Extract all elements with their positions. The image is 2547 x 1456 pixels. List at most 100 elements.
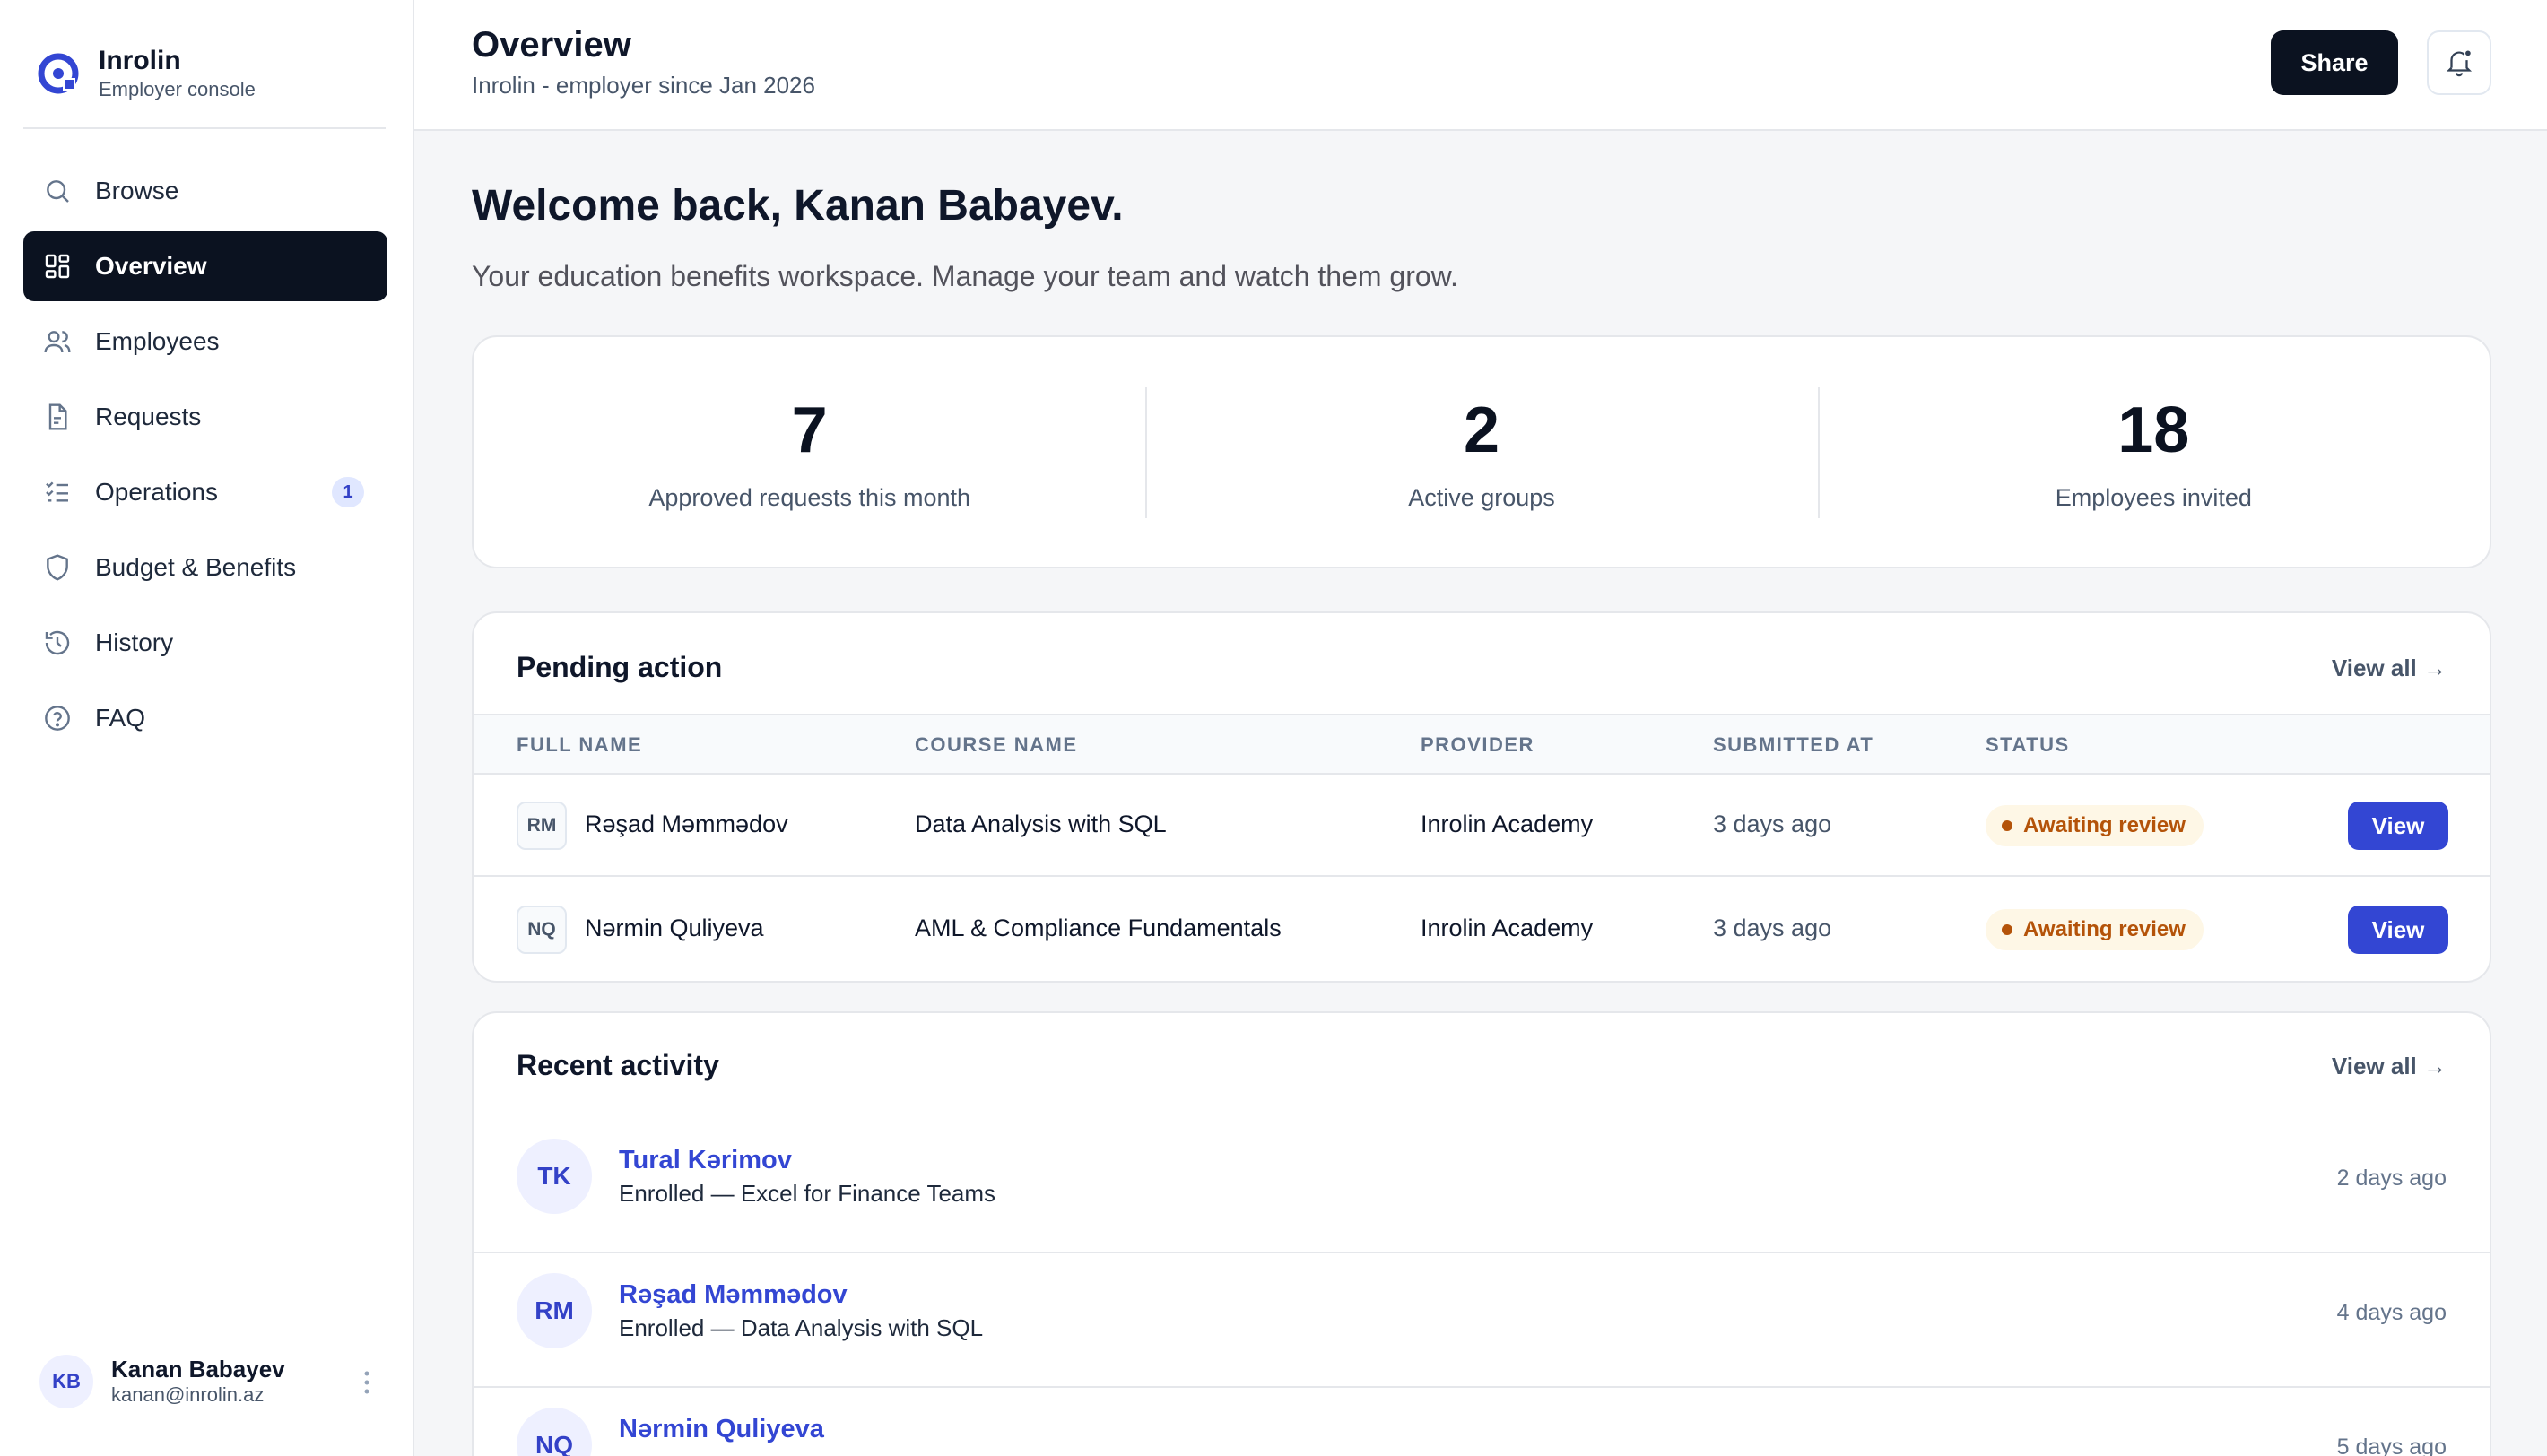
status-badge: Awaiting review xyxy=(1986,805,2204,846)
sidebar-nav: Browse Overview Employees Requests Opera… xyxy=(23,156,387,758)
activity-description: Enrolled — Data Analysis with SQL xyxy=(619,1314,984,1341)
view-request-button[interactable]: View xyxy=(2348,906,2448,954)
stat-active-groups: 2 Active groups xyxy=(1145,337,1817,567)
operations-count-badge: 1 xyxy=(332,477,364,507)
stats-card: 7 Approved requests this month 2 Active … xyxy=(472,335,2491,568)
sidebar-item-label: Requests xyxy=(95,403,202,430)
avatar: NQ xyxy=(517,1408,592,1456)
brand-name: Inrolin xyxy=(99,46,181,75)
status-dot-icon xyxy=(2002,924,2012,935)
row-course-name: Data Analysis with SQL xyxy=(915,810,1167,837)
activity-employee-name[interactable]: Nərmin Quliyeva xyxy=(619,1415,824,1444)
bell-icon xyxy=(2446,50,2473,77)
activity-description: Enrolled — Excel for Finance Teams xyxy=(619,1180,996,1207)
recent-activity-card: Recent activity View all → TK Tural Kəri… xyxy=(472,1011,2491,1456)
row-full-name: Rəşad Məmmədov xyxy=(585,810,788,837)
row-provider: Inrolin Academy xyxy=(1421,914,1594,941)
more-vertical-icon[interactable] xyxy=(353,1365,380,1400)
column-header-provider[interactable]: PROVIDER xyxy=(1421,733,1534,757)
stat-value: 7 xyxy=(791,394,828,466)
sidebar-item-label: Browse xyxy=(95,177,179,204)
user-name: Kanan Babayev xyxy=(111,1356,285,1382)
activity-employee-name[interactable]: Tural Kərimov xyxy=(619,1146,792,1175)
sidebar-item-label: Operations xyxy=(95,478,218,506)
sidebar: Inrolin Employer console Browse Overview… xyxy=(0,0,414,1456)
row-initials: NQ xyxy=(517,906,567,954)
stat-approved-requests: 7 Approved requests this month xyxy=(474,337,1145,567)
status-badge: Awaiting review xyxy=(1986,909,2204,950)
stat-employees-invited: 18 Employees invited xyxy=(1817,337,2490,567)
search-icon xyxy=(43,177,72,205)
status-dot-icon xyxy=(2002,820,2012,831)
grid-icon xyxy=(43,252,72,281)
list-item[interactable]: TK Tural Kərimov Enrolled — Excel for Fi… xyxy=(474,1119,2490,1253)
list-item[interactable]: NQ Nərmin Quliyeva 5 days ago xyxy=(474,1388,2490,1456)
stat-value: 18 xyxy=(2117,394,2190,466)
sidebar-item-label: Overview xyxy=(95,252,207,280)
table-row: RM Rəşad Məmmədov Data Analysis with SQL… xyxy=(474,775,2490,877)
stat-value: 2 xyxy=(1463,394,1500,466)
list-item[interactable]: RM Rəşad Məmmədov Enrolled — Data Analys… xyxy=(474,1253,2490,1388)
help-circle-icon xyxy=(43,704,72,732)
top-header: Overview Inrolin - employer since Jan 20… xyxy=(414,0,2547,131)
sidebar-item-requests[interactable]: Requests xyxy=(23,382,387,452)
activity-time: 2 days ago xyxy=(2336,1166,2447,1191)
brand-text: Inrolin Employer console xyxy=(99,45,256,102)
pending-action-card: Pending action View all → FULL NAME COUR… xyxy=(472,611,2491,983)
avatar: TK xyxy=(517,1139,592,1214)
recent-view-all-link[interactable]: View all → xyxy=(2332,1053,2447,1080)
column-header-full-name[interactable]: FULL NAME xyxy=(517,733,642,757)
brand[interactable]: Inrolin Employer console xyxy=(23,20,386,129)
sidebar-item-label: History xyxy=(95,628,174,656)
user-email: kanan@inrolin.az xyxy=(111,1383,265,1406)
notifications-button[interactable] xyxy=(2427,30,2491,95)
activity-employee-name[interactable]: Rəşad Məmmədov xyxy=(619,1280,848,1310)
shield-icon xyxy=(43,553,72,582)
page-subtitle: Inrolin - employer since Jan 2026 xyxy=(472,72,815,99)
status-label: Awaiting review xyxy=(2023,917,2186,941)
pending-action-title: Pending action xyxy=(517,651,723,683)
sidebar-item-history[interactable]: History xyxy=(23,608,387,678)
sidebar-item-employees[interactable]: Employees xyxy=(23,307,387,377)
stat-label: Employees invited xyxy=(2055,483,2252,511)
table-row: NQ Nərmin Quliyeva AML & Compliance Fund… xyxy=(474,879,2490,981)
sidebar-item-budget-benefits[interactable]: Budget & Benefits xyxy=(23,533,387,602)
user-profile[interactable]: KB Kanan Babayev kanan@inrolin.az xyxy=(39,1352,380,1411)
avatar: KB xyxy=(39,1355,93,1408)
view-request-button[interactable]: View xyxy=(2348,802,2448,850)
history-icon xyxy=(43,628,72,657)
row-submitted-at: 3 days ago xyxy=(1713,810,1832,837)
stat-label: Active groups xyxy=(1408,483,1555,511)
welcome-heading: Welcome back, Kanan Babayev. xyxy=(472,182,1124,230)
row-full-name: Nərmin Quliyeva xyxy=(585,914,764,941)
column-header-course-name[interactable]: COURSE NAME xyxy=(915,733,1078,757)
row-initials: RM xyxy=(517,802,567,850)
sidebar-item-faq[interactable]: FAQ xyxy=(23,683,387,753)
welcome-subtitle: Your education benefits workspace. Manag… xyxy=(472,260,1458,292)
sidebar-item-label: Budget & Benefits xyxy=(95,553,297,581)
page-title: Overview xyxy=(472,25,631,65)
document-icon xyxy=(43,403,72,431)
users-icon xyxy=(43,327,72,356)
status-label: Awaiting review xyxy=(2023,813,2186,837)
column-header-submitted-at[interactable]: SUBMITTED AT xyxy=(1713,733,1873,757)
user-info: Kanan Babayev kanan@inrolin.az xyxy=(111,1356,285,1408)
brand-subtitle: Employer console xyxy=(99,78,256,100)
stat-label: Approved requests this month xyxy=(648,483,971,511)
brand-logo-icon xyxy=(38,53,79,94)
column-header-status[interactable]: STATUS xyxy=(1986,733,2070,757)
sidebar-item-browse[interactable]: Browse xyxy=(23,156,387,226)
row-submitted-at: 3 days ago xyxy=(1713,914,1832,941)
recent-activity-title: Recent activity xyxy=(517,1049,719,1081)
avatar: RM xyxy=(517,1273,592,1348)
sidebar-item-label: FAQ xyxy=(95,704,146,732)
pending-view-all-link[interactable]: View all → xyxy=(2332,654,2447,682)
activity-time: 4 days ago xyxy=(2336,1300,2447,1325)
sidebar-item-overview[interactable]: Overview xyxy=(23,231,387,301)
checklist-icon xyxy=(43,478,72,507)
table-header: FULL NAME COURSE NAME PROVIDER SUBMITTED… xyxy=(474,714,2490,775)
share-button[interactable]: Share xyxy=(2271,30,2398,95)
row-course-name: AML & Compliance Fundamentals xyxy=(915,914,1282,941)
row-provider: Inrolin Academy xyxy=(1421,810,1594,837)
sidebar-item-operations[interactable]: Operations 1 xyxy=(23,457,387,527)
